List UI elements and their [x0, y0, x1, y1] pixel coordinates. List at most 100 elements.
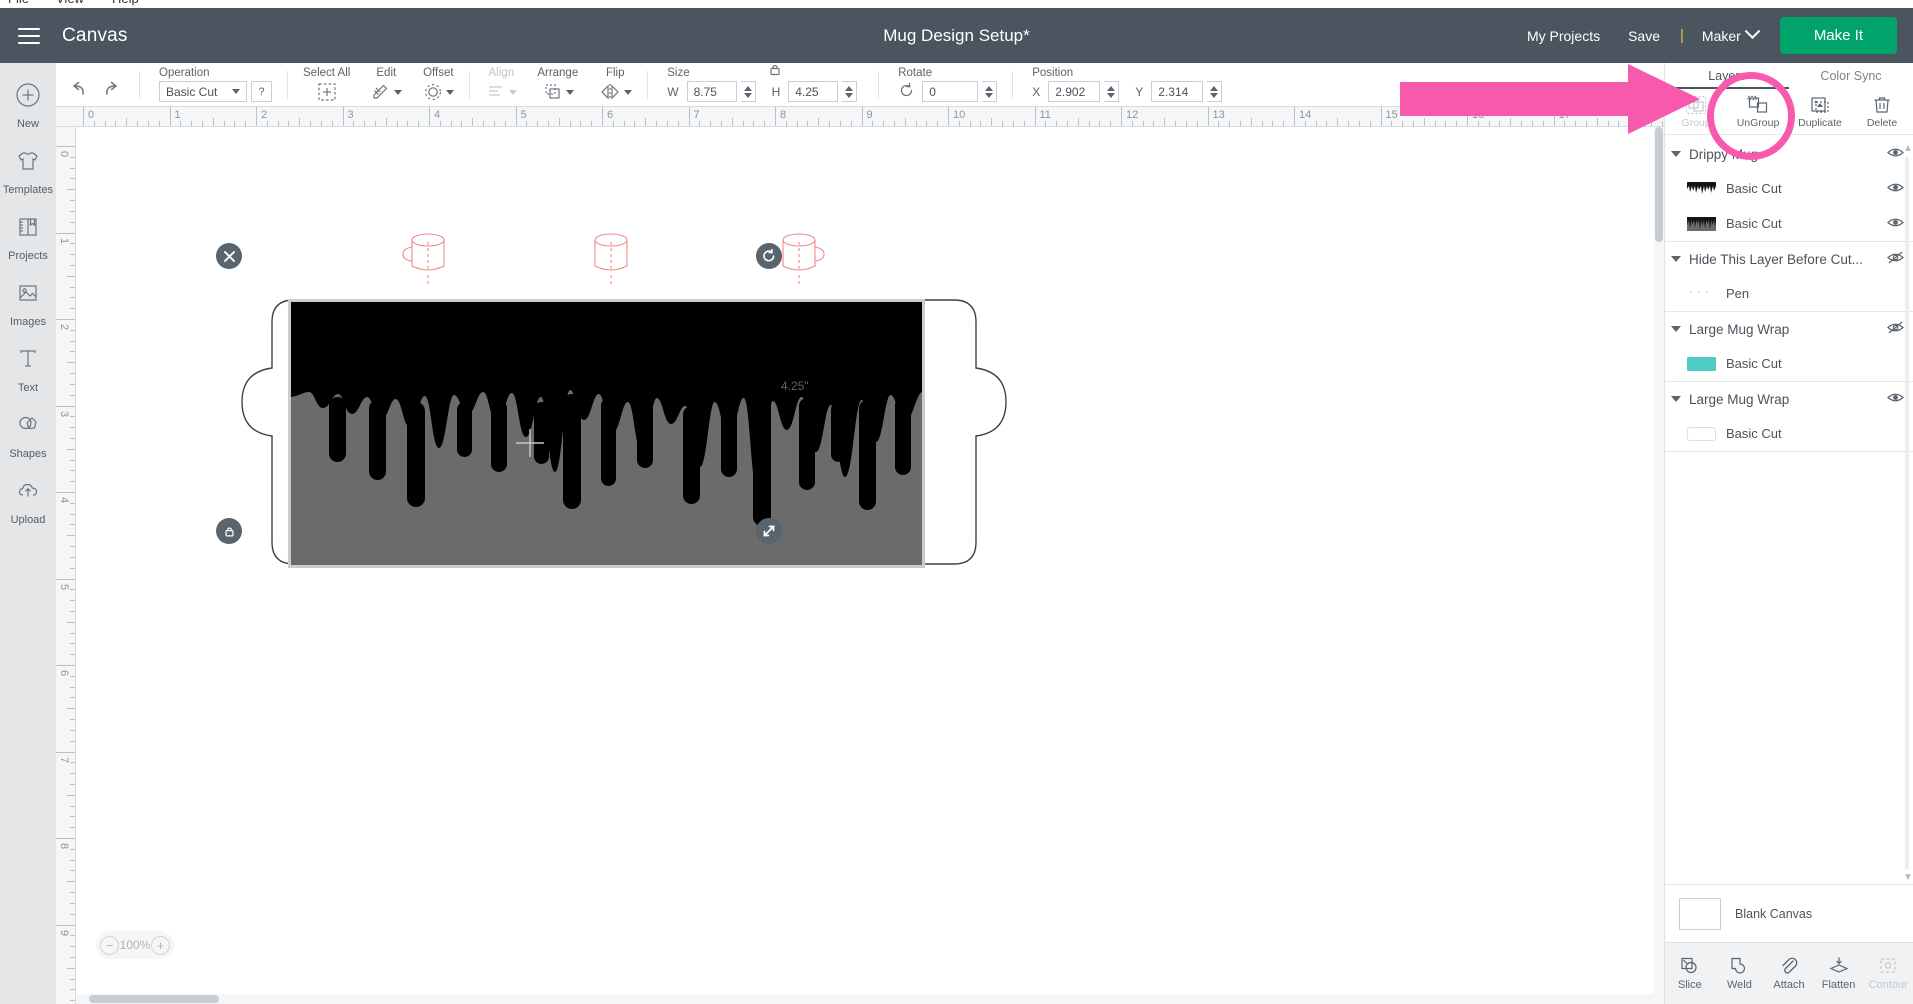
book-icon: [0, 212, 56, 247]
position-y-stepper[interactable]: [1207, 81, 1223, 102]
select-all-icon[interactable]: [316, 81, 338, 106]
eye-off-icon[interactable]: [1887, 251, 1904, 267]
os-menu-item-view[interactable]: View: [56, 0, 84, 6]
tab-color-sync[interactable]: Color Sync: [1789, 63, 1913, 89]
eye-off-icon[interactable]: [1887, 321, 1904, 337]
zoom-out-button[interactable]: −: [100, 935, 119, 955]
hamburger-icon[interactable]: [18, 27, 40, 44]
selection-rotate-handle[interactable]: [756, 243, 782, 269]
layer-row[interactable]: Basic Cut: [1665, 346, 1913, 381]
selection-resize-handle[interactable]: [756, 518, 782, 544]
eye-icon[interactable]: [1887, 216, 1904, 232]
scroll-down-arrow[interactable]: ▼: [1903, 872, 1913, 883]
scrollbar-track[interactable]: [1905, 157, 1909, 869]
operation-help-button[interactable]: ?: [251, 81, 272, 102]
flip-icon[interactable]: [598, 81, 633, 103]
layers-scrollbar[interactable]: ▲ ▼: [1903, 143, 1913, 883]
ungroup-button[interactable]: UnGroup: [1727, 89, 1789, 134]
delete-button[interactable]: Delete: [1851, 89, 1913, 134]
save-button[interactable]: Save: [1614, 28, 1674, 44]
chevron-down-icon[interactable]: [1744, 23, 1761, 40]
ungroup-icon: [1747, 95, 1768, 113]
my-projects-link[interactable]: My Projects: [1513, 28, 1614, 44]
vertical-ruler: 01234567891011: [56, 127, 76, 1004]
canvas-vertical-scrollbar[interactable]: [1654, 127, 1664, 1004]
layers-list[interactable]: Drippy Mug Basic Cut Basic Cut Hide This…: [1665, 137, 1913, 884]
rail-item-new[interactable]: New: [0, 71, 56, 137]
ruler-minor-tick: [70, 848, 75, 850]
ungroup-label: UnGroup: [1736, 116, 1780, 129]
flatten-button[interactable]: Flatten: [1814, 956, 1864, 991]
ruler-minor-tick: [70, 610, 75, 612]
layer-row[interactable]: Basic Cut: [1665, 171, 1913, 206]
eye-icon[interactable]: [1887, 181, 1904, 197]
position-x-stepper[interactable]: [1104, 81, 1120, 102]
size-lock-toggle[interactable]: [768, 62, 783, 77]
tab-layers[interactable]: Layers: [1665, 63, 1789, 89]
layer-row[interactable]: Basic Cut: [1665, 416, 1913, 451]
layer-group-header[interactable]: Drippy Mug: [1665, 137, 1913, 171]
position-y-input[interactable]: 2.314: [1151, 81, 1204, 102]
layer-swatch-white: [1687, 426, 1716, 441]
offset-icon[interactable]: [422, 81, 455, 103]
contour-button[interactable]: Contour: [1863, 956, 1913, 991]
height-stepper[interactable]: [842, 81, 858, 102]
rail-label-images: Images: [9, 316, 47, 328]
os-menu-item-file[interactable]: File: [8, 0, 29, 6]
design-canvas[interactable]: 4.25" − 100% +: [76, 127, 1664, 1004]
slice-button[interactable]: Slice: [1665, 956, 1715, 991]
chevron-down-icon[interactable]: [1671, 396, 1681, 402]
canvas-horizontal-scrollbar[interactable]: [76, 994, 1664, 1004]
layer-row[interactable]: Basic Cut: [1665, 206, 1913, 241]
rail-item-shapes[interactable]: Shapes: [0, 401, 56, 467]
layer-group-header[interactable]: Hide This Layer Before Cut...: [1665, 242, 1913, 276]
group-button[interactable]: Group: [1665, 89, 1727, 134]
rail-item-templates[interactable]: Templates: [0, 137, 56, 203]
layer-group: Large Mug Wrap Basic Cut: [1665, 312, 1913, 382]
rail-item-projects[interactable]: Projects: [0, 203, 56, 269]
layer-row[interactable]: Pen: [1665, 276, 1913, 311]
drippy-mug-artwork[interactable]: [288, 299, 925, 568]
blank-canvas-row[interactable]: Blank Canvas: [1665, 884, 1913, 942]
redo-icon[interactable]: [99, 78, 125, 103]
chevron-down-icon[interactable]: [1671, 326, 1681, 332]
os-menu-item-help[interactable]: Help: [112, 0, 139, 6]
height-input[interactable]: 4.25: [788, 81, 839, 102]
make-it-button[interactable]: Make It: [1779, 17, 1897, 54]
chevron-down-icon[interactable]: [1671, 256, 1681, 262]
ruler-minor-tick: [147, 121, 149, 126]
scrollbar-thumb[interactable]: [89, 995, 219, 1003]
selection-delete-handle[interactable]: [216, 243, 242, 269]
eye-icon[interactable]: [1887, 146, 1904, 162]
chevron-down-icon[interactable]: [1671, 151, 1681, 157]
scrollbar-thumb[interactable]: [1655, 127, 1663, 242]
rail-item-text[interactable]: Text: [0, 335, 56, 401]
duplicate-button[interactable]: Duplicate: [1789, 89, 1851, 134]
rotate-input[interactable]: 0: [922, 81, 979, 102]
rotate-stepper[interactable]: [982, 81, 998, 102]
rail-item-upload[interactable]: Upload: [0, 467, 56, 533]
layer-group-header[interactable]: Large Mug Wrap: [1665, 382, 1913, 416]
ruler-minor-tick: [1239, 121, 1241, 126]
scroll-up-arrow[interactable]: ▲: [1903, 143, 1913, 154]
eye-icon[interactable]: [1887, 391, 1904, 407]
zoom-in-button[interactable]: +: [150, 935, 170, 955]
rotate-icon[interactable]: [898, 82, 915, 102]
selection-lock-handle[interactable]: [216, 518, 242, 544]
position-x-input[interactable]: 2.902: [1048, 81, 1101, 102]
undo-icon[interactable]: [65, 78, 91, 103]
layer-group-header[interactable]: Large Mug Wrap: [1665, 312, 1913, 346]
blank-canvas-swatch[interactable]: [1679, 897, 1721, 930]
weld-button[interactable]: Weld: [1715, 956, 1765, 991]
ruler-minor-tick: [70, 946, 75, 948]
width-stepper[interactable]: [740, 81, 756, 102]
layer-group-name: Large Mug Wrap: [1689, 391, 1790, 407]
machine-selector[interactable]: Maker: [1690, 28, 1747, 44]
arrange-icon[interactable]: [542, 81, 574, 103]
edit-icon[interactable]: [370, 81, 403, 103]
rail-item-images[interactable]: Images: [0, 269, 56, 335]
width-input[interactable]: 8.75: [686, 81, 737, 102]
operation-select[interactable]: Basic Cut: [159, 81, 247, 102]
ruler-minor-tick: [850, 121, 852, 126]
attach-button[interactable]: Attach: [1764, 956, 1814, 991]
